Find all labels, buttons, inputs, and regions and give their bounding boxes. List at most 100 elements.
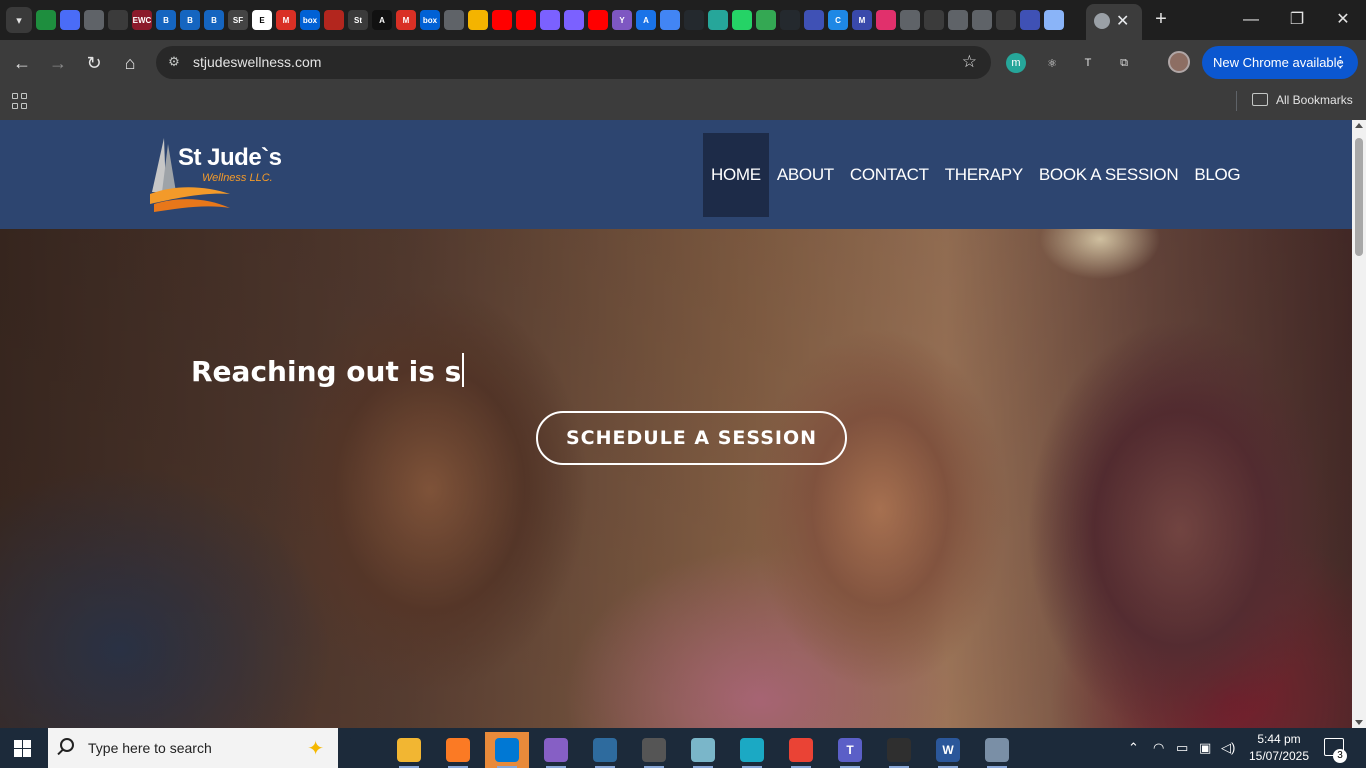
- figure-icon[interactable]: [804, 10, 824, 30]
- e-icon[interactable]: E: [252, 10, 272, 30]
- folder-icon[interactable]: [1252, 93, 1268, 106]
- chrome-icon[interactable]: [900, 10, 920, 30]
- loading-icon[interactable]: [924, 10, 944, 30]
- whatsapp-icon[interactable]: [732, 10, 752, 30]
- sparkle-icon[interactable]: [660, 10, 680, 30]
- window-icon[interactable]: [1044, 10, 1064, 30]
- bookmark-star-icon[interactable]: ☆: [962, 52, 977, 72]
- back-arrow-icon[interactable]: ←: [9, 50, 35, 76]
- pen-icon[interactable]: [84, 10, 104, 30]
- st-icon[interactable]: St: [348, 10, 368, 30]
- a-icon[interactable]: A: [372, 10, 392, 30]
- b-icon[interactable]: B: [204, 10, 224, 30]
- box-icon[interactable]: box: [300, 10, 320, 30]
- extension-m-icon[interactable]: m: [1006, 53, 1026, 73]
- window-icon[interactable]: [1020, 10, 1040, 30]
- address-bar[interactable]: ⚙ stjudeswellness.com ☆: [156, 46, 991, 79]
- page-scrollbar[interactable]: [1352, 120, 1366, 728]
- maximize-button[interactable]: ❐: [1282, 8, 1312, 32]
- extensions-puzzle-icon[interactable]: ⧉: [1114, 53, 1134, 73]
- scroll-thumb[interactable]: [1355, 138, 1363, 256]
- globe-icon[interactable]: [996, 10, 1016, 30]
- github-icon[interactable]: [684, 10, 704, 30]
- nav-home[interactable]: HOME: [703, 133, 769, 217]
- site-info-icon[interactable]: ⚙: [166, 54, 182, 70]
- file-explorer-taskbar-button[interactable]: [387, 732, 431, 768]
- url-text[interactable]: stjudeswellness.com: [193, 54, 321, 70]
- search-placeholder[interactable]: Type here to search: [88, 740, 212, 756]
- chrome-taskbar-button[interactable]: [779, 732, 823, 768]
- instagram-icon[interactable]: [876, 10, 896, 30]
- reload-icon[interactable]: ↻: [81, 50, 107, 76]
- gmail-icon[interactable]: M: [276, 10, 296, 30]
- clickup-icon[interactable]: [60, 10, 80, 30]
- snipping-tool-taskbar-button[interactable]: [877, 732, 921, 768]
- a-icon[interactable]: A: [636, 10, 656, 30]
- spy-taskbar-button[interactable]: [632, 732, 676, 768]
- vscode-taskbar-button[interactable]: [485, 732, 529, 768]
- word-taskbar-button[interactable]: W: [926, 732, 970, 768]
- nav-therapy[interactable]: THERAPY: [937, 133, 1031, 217]
- minimize-button[interactable]: —: [1236, 8, 1266, 32]
- teams-taskbar-button[interactable]: T: [828, 732, 872, 768]
- m-icon[interactable]: M: [852, 10, 872, 30]
- forward-arrow-icon[interactable]: →: [45, 50, 71, 76]
- red-circle-icon[interactable]: [324, 10, 344, 30]
- nav-about[interactable]: ABOUT: [769, 133, 842, 217]
- copilot-sparkle-icon[interactable]: ✦: [307, 736, 324, 761]
- chrome-icon[interactable]: [972, 10, 992, 30]
- c-icon[interactable]: C: [828, 10, 848, 30]
- gmail-icon[interactable]: M: [396, 10, 416, 30]
- network-tool-taskbar-button[interactable]: [975, 732, 1019, 768]
- branch-icon[interactable]: [108, 10, 128, 30]
- edge-taskbar-button[interactable]: [730, 732, 774, 768]
- visual-studio-taskbar-button[interactable]: [534, 732, 578, 768]
- grid-color-icon[interactable]: [468, 10, 488, 30]
- ewc-icon[interactable]: EWC: [132, 10, 152, 30]
- close-tab-icon[interactable]: ✕: [1116, 11, 1129, 31]
- taskbar-clock[interactable]: 5:44 pm 15/07/2025: [1244, 731, 1314, 765]
- task-view-taskbar-button[interactable]: [338, 732, 382, 768]
- home-icon[interactable]: ⌂: [117, 50, 143, 76]
- notes-taskbar-button[interactable]: [681, 732, 725, 768]
- youtube-icon[interactable]: [588, 10, 608, 30]
- sheets-icon[interactable]: [36, 10, 56, 30]
- wifi-icon[interactable]: ◠: [1153, 740, 1164, 756]
- tab-search-chevron-icon[interactable]: ▾: [6, 7, 32, 33]
- scroll-up-arrow-icon[interactable]: [1355, 123, 1363, 128]
- window-icon[interactable]: [564, 10, 584, 30]
- new-tab-button[interactable]: +: [1150, 8, 1172, 30]
- nav-book-a-session[interactable]: BOOK A SESSION: [1031, 133, 1186, 217]
- apps-grid-icon[interactable]: [12, 93, 28, 109]
- close-window-button[interactable]: ✕: [1328, 8, 1358, 32]
- extension-t-icon[interactable]: T: [1078, 53, 1098, 73]
- meet-now-icon[interactable]: ▣: [1199, 740, 1211, 756]
- y-icon[interactable]: Y: [612, 10, 632, 30]
- site-logo[interactable]: St Jude`s Wellness LLC.: [146, 134, 286, 212]
- scroll-down-arrow-icon[interactable]: [1355, 720, 1363, 725]
- new-chrome-available-button[interactable]: New Chrome available ⋮: [1202, 46, 1358, 79]
- xampp-taskbar-button[interactable]: [436, 732, 480, 768]
- profile-avatar[interactable]: [1168, 51, 1190, 73]
- all-bookmarks-link[interactable]: All Bookmarks: [1276, 93, 1353, 107]
- globe-icon[interactable]: [444, 10, 464, 30]
- chrome-icon[interactable]: [948, 10, 968, 30]
- extension-react-icon[interactable]: ⚛: [1042, 53, 1062, 73]
- box-icon[interactable]: box: [420, 10, 440, 30]
- plus-circle-icon[interactable]: [756, 10, 776, 30]
- circle-icon[interactable]: [708, 10, 728, 30]
- nav-blog[interactable]: BLOG: [1186, 133, 1248, 217]
- volume-icon[interactable]: ◁): [1221, 740, 1235, 756]
- windows-start-icon[interactable]: [14, 740, 31, 757]
- sf-icon[interactable]: SF: [228, 10, 248, 30]
- schedule-session-button[interactable]: SCHEDULE A SESSION: [536, 411, 847, 465]
- youtube-icon[interactable]: [492, 10, 512, 30]
- github-icon[interactable]: [780, 10, 800, 30]
- b-icon[interactable]: B: [156, 10, 176, 30]
- youtube-icon[interactable]: [516, 10, 536, 30]
- battery-icon[interactable]: ▭: [1176, 740, 1188, 756]
- b-icon[interactable]: B: [180, 10, 200, 30]
- tray-chevron-icon[interactable]: ⌃: [1128, 740, 1139, 756]
- window-icon[interactable]: [540, 10, 560, 30]
- mysql-workbench-taskbar-button[interactable]: [583, 732, 627, 768]
